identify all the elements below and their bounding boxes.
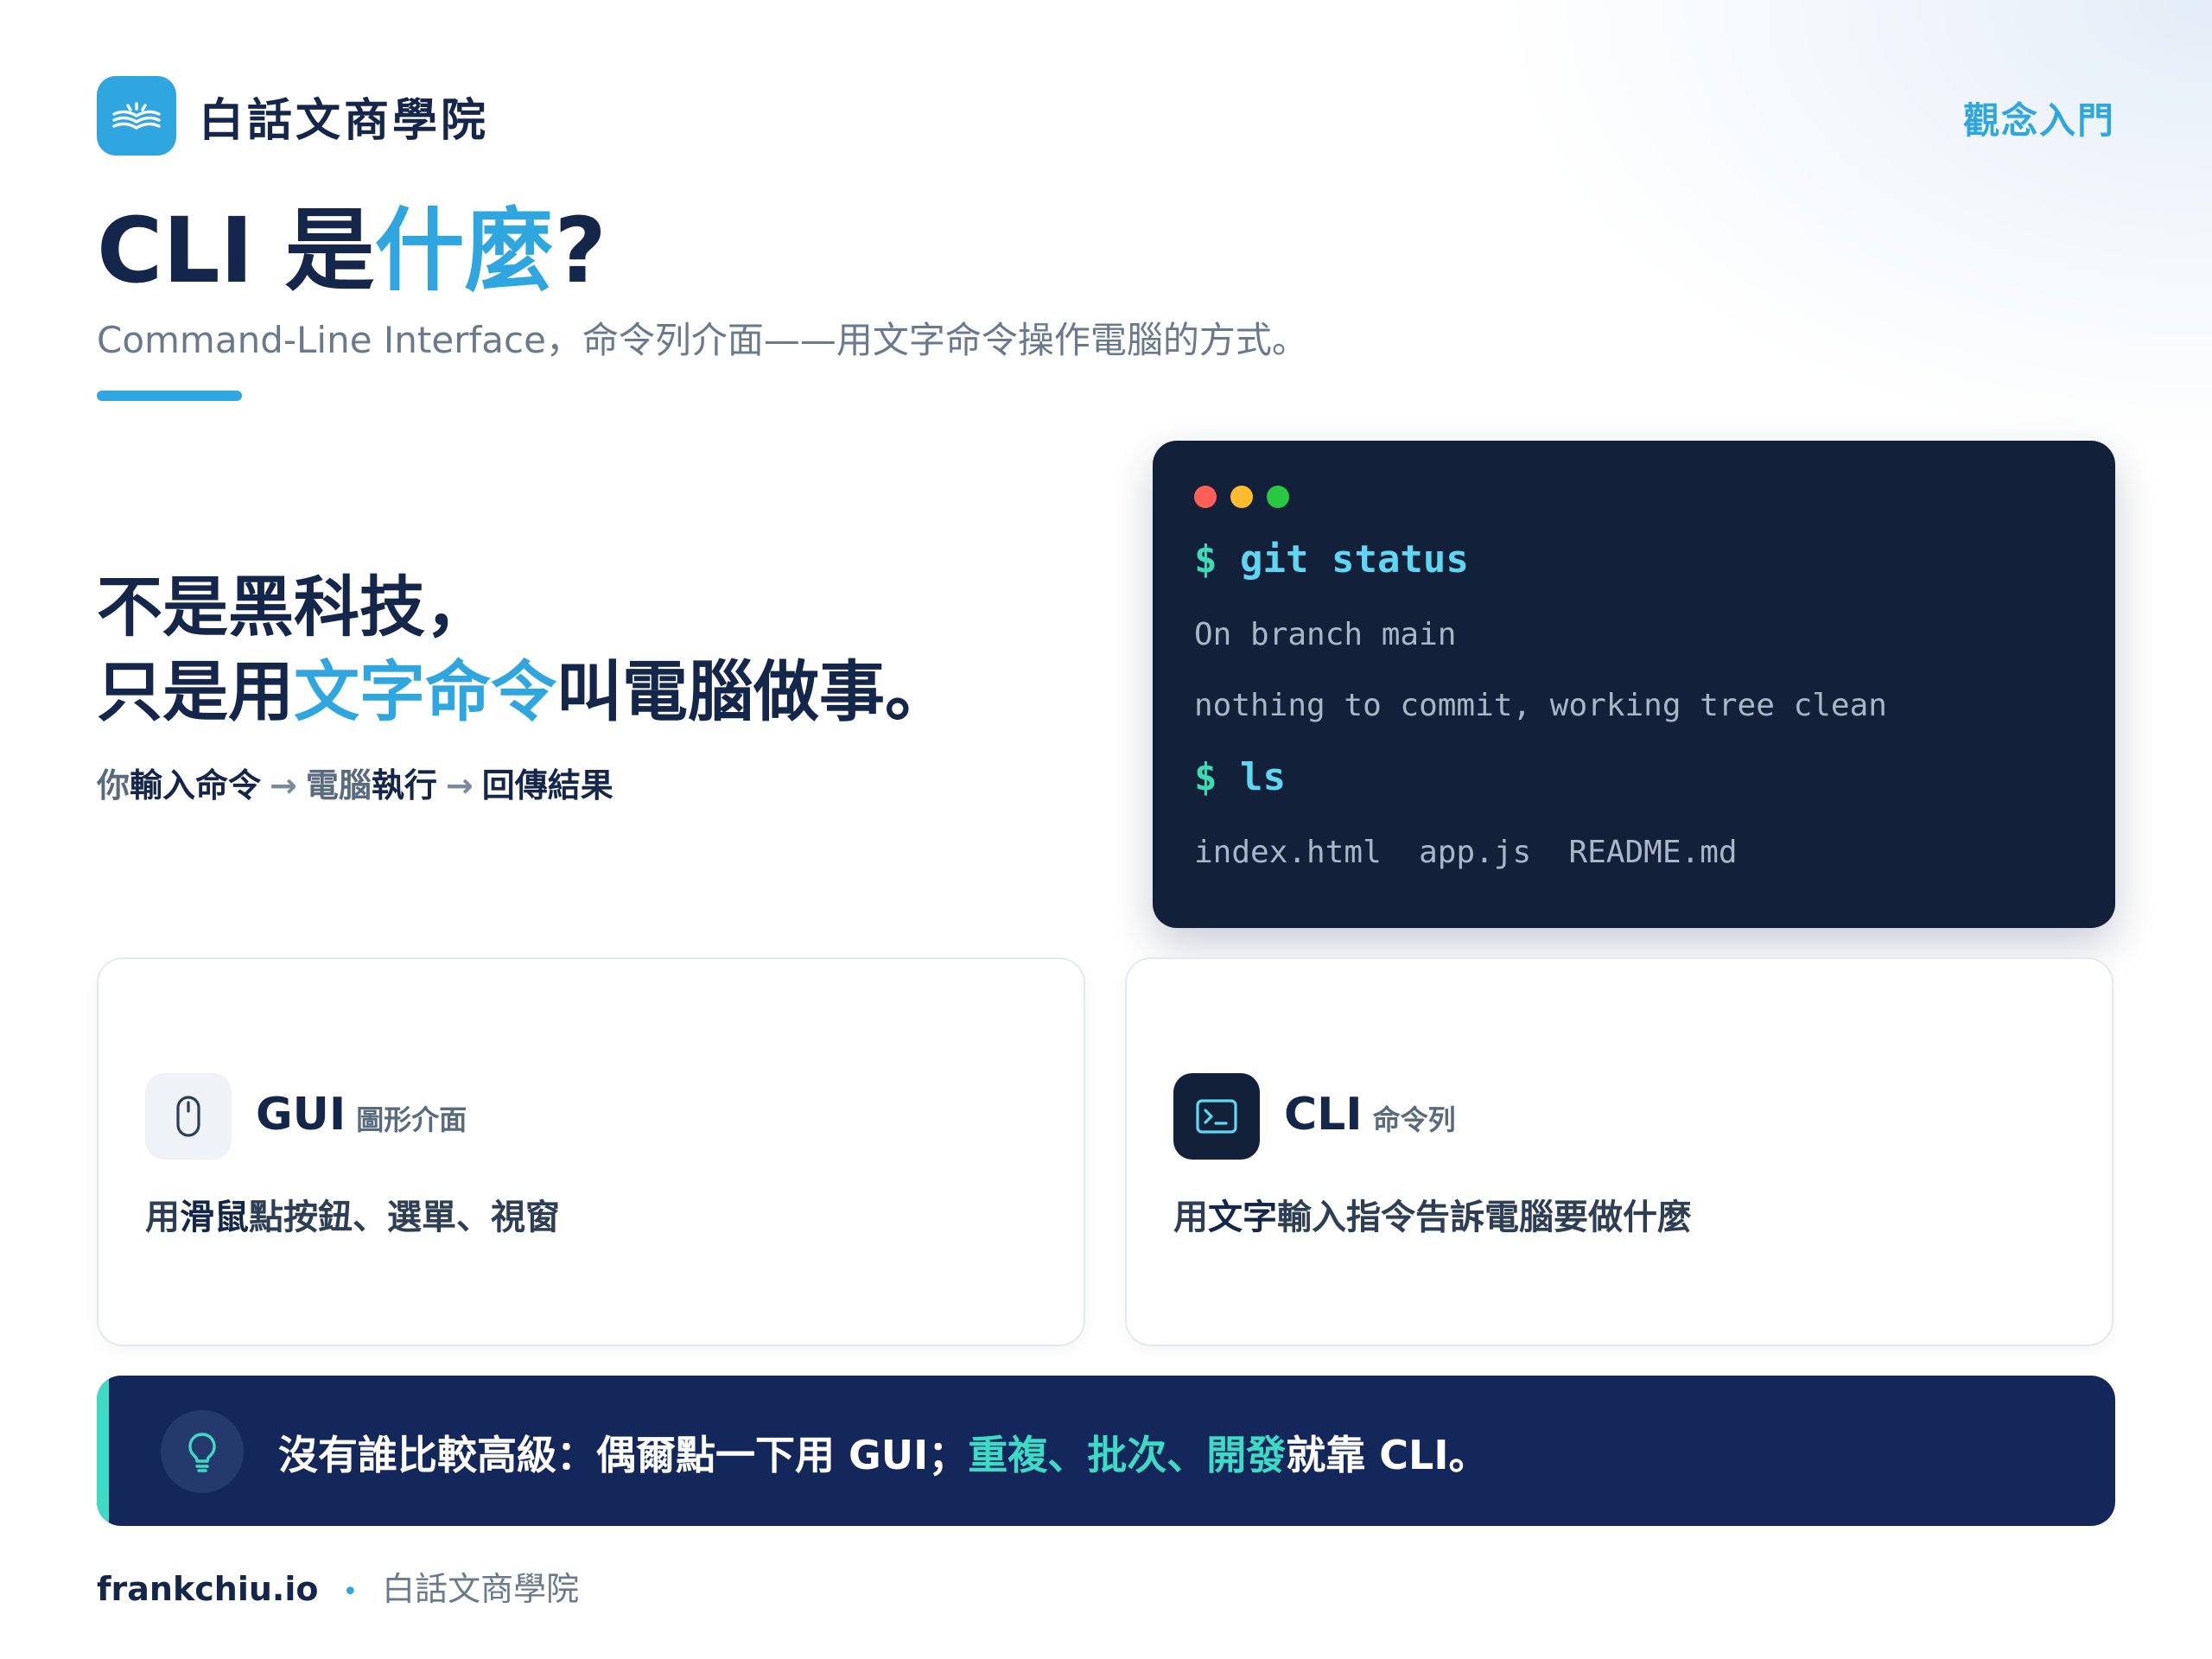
flow-arrow-2: → [445,766,474,804]
cli-card-tag: 命令列 [1372,1103,1456,1136]
callout-highlight: 重複 [968,1432,1048,1478]
mouse-icon [145,1073,232,1160]
open-book-logo-icon [97,76,176,156]
flow-step2: 執行 [371,766,437,804]
gui-card-title: GUI [256,1089,346,1141]
hero-line-2-prefix: 只是用 [97,653,294,730]
footer-site-link[interactable]: frankchiu.io [97,1570,318,1608]
footer-separator: • [342,1577,359,1607]
hero-line-1: 不是黑科技， [97,569,491,645]
callout-suffix: 就靠 CLI。 [1286,1432,1489,1478]
header: 白話文商學院 觀念入門 [97,74,2115,157]
title-suffix: ? [554,198,607,303]
process-flow: 你輸入命令 → 電腦執行 → 回傳結果 [97,759,613,806]
terminal-icon [1173,1073,1260,1160]
cli-card-description: 用文字輸入指令告訴電腦要做什麼 [1173,1189,1692,1239]
terminal-command: $ git status [1194,537,1469,582]
terminal-command: $ ls [1194,755,1286,799]
title-underline [97,391,242,401]
terminal-output: nothing to commit, working tree clean [1194,688,1887,723]
callout-highlight: 開發 [1206,1432,1287,1478]
footer-brand: 白話文商學院 [382,1570,580,1608]
terminal-prompt: $ [1194,537,1217,582]
cli-card: CLI 命令列 用文字輸入指令告訴電腦要做什麼 [1125,957,2113,1346]
flow-step1-subject: 你 [97,766,130,804]
gui-card-header: GUI 圖形介面 [256,1089,467,1141]
page-title: CLI 是什麼? [97,199,607,302]
tip-callout: 沒有誰比較高級：偶爾點一下用 GUI；重複、批次、開發就靠 CLI。 [97,1376,2115,1526]
callout-highlight: 批次 [1087,1432,1167,1478]
flow-step3: 回傳結果 [481,766,613,804]
hero-statement: 不是黑科技， 只是用文字命令叫電腦做事。 [97,565,950,734]
flow-step1: 輸入命令 [130,766,262,804]
cli-desc-strong: 文字 [1208,1198,1277,1237]
cli-desc-prefix: 用 [1173,1198,1208,1237]
terminal-window: $ git status On branch main nothing to c… [1153,441,2115,928]
minimize-dot-icon [1230,486,1253,508]
hero-line-2-accent: 文字命令 [294,653,556,730]
terminal-command-text: ls [1240,755,1286,799]
title-prefix: CLI 是 [97,198,375,303]
callout-separator: 、 [1047,1432,1088,1478]
title-accent: 什麼 [374,198,555,303]
flow-arrow-1: → [270,766,297,804]
gui-desc-strong: 滑鼠 [180,1198,249,1237]
brand-name: 白話文商學院 [199,94,490,147]
lightbulb-icon [161,1410,244,1493]
maximize-dot-icon [1267,486,1289,508]
close-dot-icon [1194,486,1217,508]
callout-prefix: 沒有誰比較高級：偶爾點一下用 GUI； [278,1432,969,1478]
brand[interactable]: 白話文商學院 [97,74,489,157]
terminal-command-text: git status [1240,537,1469,582]
terminal-output: index.html app.js README.md [1194,835,1738,870]
hero-line-2-suffix: 叫電腦做事。 [556,653,950,730]
gui-desc-prefix: 用 [145,1198,180,1237]
gui-desc-suffix: 點按鈕、選單、視窗 [249,1198,560,1237]
slide-page: 白話文商學院 觀念入門 CLI 是什麼? Command-Line Interf… [0,0,2212,1659]
gui-card-tag: 圖形介面 [356,1103,467,1136]
flow-step2-subject: 電腦 [305,766,372,804]
hero-line-2: 只是用文字命令叫電腦做事。 [97,650,950,734]
callout-separator: 、 [1166,1432,1207,1478]
footer: frankchiu.io • 白話文商學院 [97,1562,579,1610]
cli-card-title: CLI [1284,1089,1363,1141]
gui-card-description: 用滑鼠點按鈕、選單、視窗 [145,1189,560,1239]
page-subtitle: Command-Line Interface，命令列介面——用文字命令操作電腦的… [97,319,1308,361]
terminal-prompt: $ [1194,755,1217,799]
category-label: 觀念入門 [1962,99,2115,142]
gui-card: GUI 圖形介面 用滑鼠點按鈕、選單、視窗 [97,957,1085,1346]
callout-text: 沒有誰比較高級：偶爾點一下用 GUI；重複、批次、開發就靠 CLI。 [278,1424,1488,1481]
cli-desc-suffix: 輸入指令告訴電腦要做什麼 [1277,1198,1692,1237]
terminal-output: On branch main [1194,617,1457,652]
cli-card-header: CLI 命令列 [1284,1089,1456,1141]
callout-accent-bar [97,1376,109,1526]
